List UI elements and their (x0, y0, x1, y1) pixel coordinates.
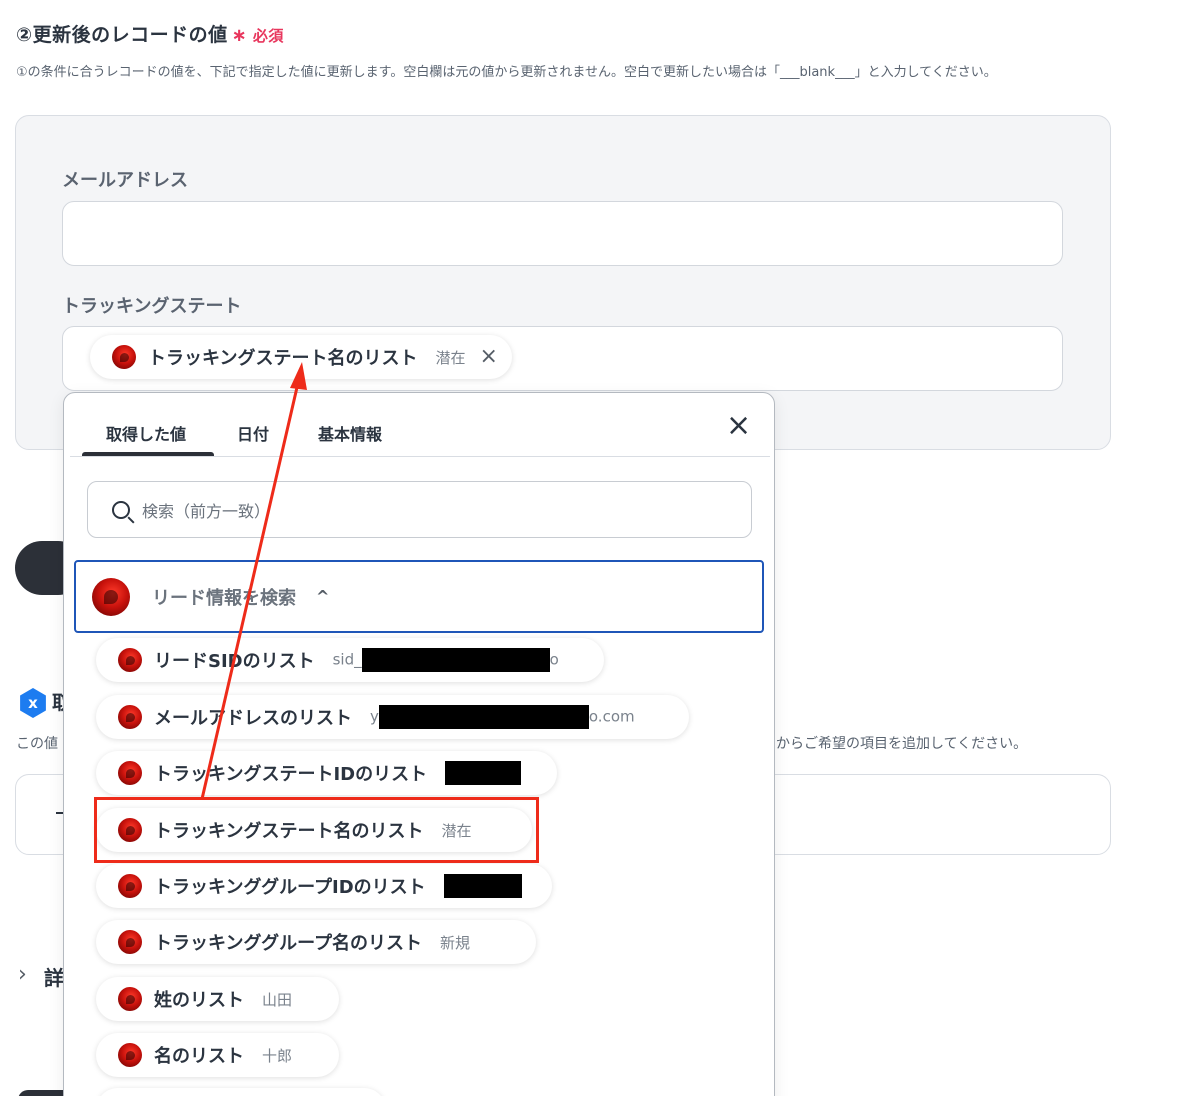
group-title: リード情報を検索 (152, 587, 296, 609)
chevron-up-icon[interactable]: ^ (316, 587, 329, 606)
list-item[interactable]: 姓のリスト 山田 (96, 977, 339, 1021)
section-desc-peek-right: からご希望の項目を追加してください。 (776, 736, 1028, 752)
item-value: 新規 (440, 933, 471, 952)
search-placeholder: 検索（前方一致） (142, 501, 271, 521)
highlight-box (94, 797, 539, 863)
lead-app-icon (118, 761, 142, 785)
item-value-suffix: o.com (588, 707, 635, 726)
list-item[interactable]: メールアドレスのリスト y o.com (96, 695, 689, 739)
tracking-state-label: トラッキングステート (62, 296, 242, 317)
chip-value: 潜在 (435, 348, 466, 367)
redacted-block (361, 648, 550, 672)
item-value: y o.com (370, 705, 635, 729)
lead-search-group-header[interactable]: リード情報を検索 ^ (74, 560, 764, 633)
lead-app-icon (118, 1043, 142, 1067)
required-badge: ∗ 必須 (231, 25, 284, 46)
item-label: トラッキングステートIDのリスト (154, 764, 428, 785)
list-item[interactable]: リードSIDのリスト sid_ o (96, 638, 604, 682)
detail-settings-peek[interactable]: 詳 (44, 962, 64, 991)
email-field[interactable] (62, 201, 1063, 266)
lead-app-icon (118, 930, 142, 954)
search-icon (112, 500, 130, 519)
section-title: ②更新後のレコードの値 ∗ 必須 (16, 20, 284, 47)
section-title-text: ②更新後のレコードの値 (16, 24, 228, 46)
chip-remove-icon[interactable]: × (479, 346, 497, 368)
required-label: 必須 (252, 27, 284, 45)
item-label: リードSIDのリスト (154, 651, 315, 672)
tab-date[interactable]: 日付 (237, 421, 269, 445)
item-label: 名のリスト (154, 1046, 244, 1067)
tabs-divider (70, 456, 770, 457)
list-item[interactable]: トラッキングステートIDのリスト (96, 751, 557, 795)
item-value: sid_ o (333, 648, 559, 672)
list-item[interactable]: トラッキンググループ名のリスト 新規 (96, 920, 536, 964)
item-value: 山田 (262, 990, 293, 1009)
lead-app-icon (118, 987, 142, 1011)
item-label: トラッキンググループ名のリスト (154, 933, 423, 954)
close-icon[interactable]: × (726, 411, 751, 441)
service-hex-icon: x (20, 688, 46, 718)
tab-acquired-values[interactable]: 取得した値 (106, 421, 186, 445)
item-value: 十郎 (262, 1046, 293, 1065)
chip-label: トラッキングステート名のリスト (148, 348, 418, 369)
list-item[interactable]: 名のリスト 十郎 (96, 1033, 339, 1077)
required-star: ∗ (231, 25, 248, 46)
redacted-block (378, 705, 589, 729)
lead-app-icon (112, 345, 136, 369)
item-label: 姓のリスト (154, 990, 244, 1011)
tracking-state-chip[interactable]: トラッキングステート名のリスト 潜在 × (90, 335, 512, 379)
redacted-block (445, 761, 522, 785)
lead-app-icon (118, 705, 142, 729)
popup-tabs: 取得した値 日付 基本情報 × (64, 393, 774, 457)
search-input[interactable]: 検索（前方一致） (87, 481, 752, 538)
item-value (443, 874, 522, 898)
redacted-block (443, 874, 522, 898)
item-value-prefix: sid_ (332, 650, 362, 669)
list-item[interactable]: トラッキンググループIDのリスト (96, 864, 552, 908)
tab-basic-info[interactable]: 基本情報 (318, 421, 382, 445)
section-desc-peek-left: この値 (16, 736, 58, 752)
item-value (445, 761, 522, 785)
email-field-label: メールアドレス (62, 170, 188, 191)
item-label: メールアドレスのリスト (154, 708, 352, 729)
lead-app-icon (92, 577, 130, 616)
chevron-right-icon[interactable]: › (18, 962, 27, 987)
list-item[interactable] (96, 1088, 386, 1096)
item-label: トラッキンググループIDのリスト (154, 877, 426, 898)
item-value-prefix: y (370, 707, 379, 726)
section-description: ①の条件に合うレコードの値を、下記で指定した値に更新します。空白欄は元の値から更… (16, 65, 997, 80)
lead-app-icon (118, 648, 142, 672)
item-value-suffix: o (549, 650, 559, 669)
lead-app-icon (118, 874, 142, 898)
